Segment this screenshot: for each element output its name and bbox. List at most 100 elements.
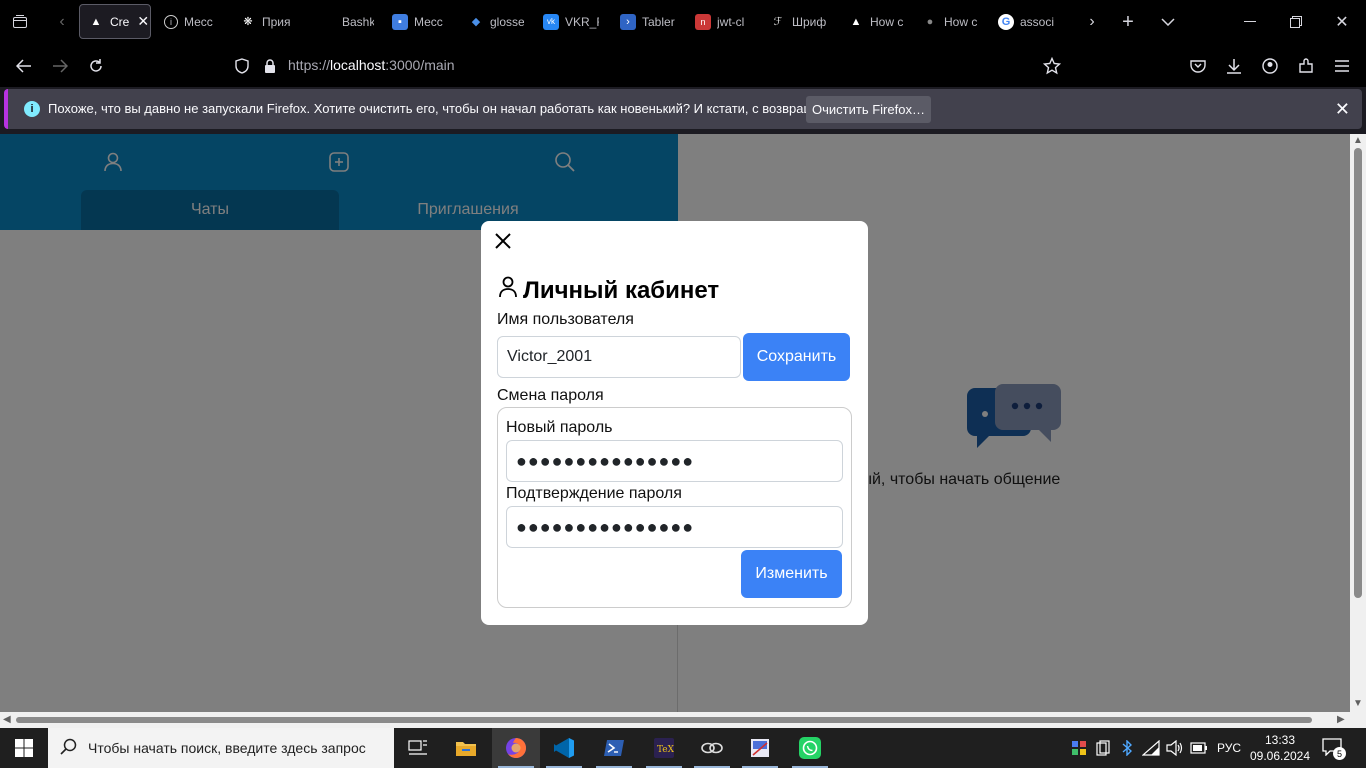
vk-icon: vk (543, 13, 559, 30)
search-icon (60, 738, 78, 759)
minimize-icon[interactable] (1240, 12, 1260, 32)
windows-start-icon[interactable] (0, 728, 48, 768)
notification-center-icon[interactable]: 5 (1322, 738, 1346, 760)
terminal-icon: › (620, 13, 636, 30)
profile-modal: Личный кабинет Имя пользователя Victor_2… (481, 221, 868, 625)
battery-icon[interactable] (1190, 739, 1208, 757)
tab-item[interactable]: G associ (990, 4, 1060, 39)
vertical-scrollbar[interactable]: ▲ ▼ (1350, 134, 1366, 712)
back-icon[interactable] (12, 54, 36, 78)
tabs-scroll-right-icon[interactable]: › (1082, 12, 1102, 32)
reload-icon[interactable] (84, 54, 108, 78)
notification-text: Похоже, что вы давно не запускали Firefo… (48, 101, 856, 116)
tab-item[interactable]: ● How c (914, 4, 978, 39)
password-change-group: Новый пароль ●●●●●●●●●●●●●●● Подтвержден… (497, 407, 852, 608)
tab-item[interactable]: Bashkirev_ (334, 4, 374, 39)
menu-icon[interactable] (1330, 54, 1354, 78)
firefox-icon[interactable] (492, 728, 540, 768)
network-app-icon[interactable] (688, 728, 736, 768)
tab-label: VKR_F (565, 14, 599, 29)
url-text[interactable]: https://localhost:3000/main (288, 57, 455, 73)
tab-label: Bashkirev_ (342, 14, 374, 29)
account-icon[interactable] (1258, 54, 1282, 78)
close-icon[interactable] (491, 229, 515, 253)
tab-item[interactable]: ▪ Месс (384, 4, 448, 39)
horizontal-scroll-thumb[interactable] (16, 717, 1312, 723)
tab-label: associ (1020, 14, 1055, 29)
taskbar-search-box[interactable]: Чтобы начать поиск, введите здесь запрос (48, 728, 394, 768)
tab-list-icon[interactable] (10, 12, 30, 32)
save-button[interactable]: Сохранить (743, 333, 850, 381)
github-icon: ● (926, 15, 934, 28)
horizontal-scrollbar[interactable]: ◀ ▶ (0, 712, 1350, 728)
search-placeholder: Чтобы начать поиск, введите здесь запрос (88, 740, 366, 756)
tab-item[interactable]: vk VKR_F (535, 4, 599, 39)
file-explorer-icon[interactable] (442, 728, 490, 768)
powershell-icon[interactable] (590, 728, 638, 768)
extensions-icon[interactable] (1294, 54, 1318, 78)
info-icon: i (24, 101, 40, 117)
refresh-firefox-button[interactable]: Очистить Firefox… (806, 96, 931, 123)
change-password-button[interactable]: Изменить (741, 550, 842, 598)
tab-label: Cre (110, 14, 130, 29)
chat-icon: ▪ (392, 13, 408, 30)
wifi-icon[interactable] (1142, 739, 1160, 757)
task-view-icon[interactable] (394, 728, 442, 768)
vscode-icon[interactable] (540, 728, 588, 768)
new-password-label: Новый пароль (506, 419, 613, 436)
tab-item[interactable]: ◆ glosse (460, 4, 524, 39)
tab-item[interactable]: n jwt-cl (687, 4, 749, 39)
restore-icon[interactable] (1286, 12, 1306, 32)
confirm-password-input[interactable]: ●●●●●●●●●●●●●●● (506, 506, 843, 548)
new-tab-icon[interactable]: + (1116, 10, 1140, 34)
snipping-tool-icon[interactable] (736, 728, 784, 768)
tab-item[interactable]: i Месс (156, 4, 218, 39)
texstudio-icon[interactable]: TeX (640, 728, 688, 768)
tab-item[interactable]: › Tabler (612, 4, 676, 39)
tray-app-icon[interactable] (1070, 739, 1088, 757)
url-scheme: https:// (288, 57, 331, 73)
username-label: Имя пользователя (497, 311, 634, 328)
new-password-input[interactable]: ●●●●●●●●●●●●●●● (506, 440, 843, 482)
tab-label: Месс (414, 14, 443, 29)
package-icon: n (695, 13, 711, 30)
firefox-refresh-notification: i Похоже, что вы давно не запускали Fire… (4, 89, 1362, 129)
vertical-scroll-thumb[interactable] (1354, 148, 1362, 598)
clipboard-icon[interactable] (1094, 739, 1112, 757)
url-path: :3000/main (385, 57, 455, 73)
modal-title-text: Личный кабинет (523, 276, 720, 304)
scroll-left-icon[interactable]: ◀ (3, 714, 11, 725)
tab-item[interactable]: ℱ Шриф (762, 4, 826, 39)
google-icon: G (998, 13, 1014, 30)
clock[interactable]: 13:33 09.06.2024 (1248, 732, 1312, 764)
password-section-label: Смена пароля (497, 387, 604, 404)
scroll-up-icon[interactable]: ▲ (1353, 135, 1363, 146)
tab-label: glosse (490, 14, 524, 29)
tabs-scroll-left-icon[interactable]: ‹ (52, 12, 72, 32)
volume-icon[interactable] (1166, 739, 1184, 757)
scroll-down-icon[interactable]: ▼ (1353, 698, 1363, 709)
close-tab-icon[interactable]: ✕ (137, 13, 149, 30)
windows-taskbar: Чтобы начать поиск, введите здесь запрос… (0, 728, 1366, 768)
language-indicator[interactable]: РУС (1212, 739, 1246, 757)
close-icon[interactable]: ✕ (1335, 99, 1350, 120)
svg-text:TeX: TeX (657, 745, 675, 755)
forward-icon[interactable] (48, 54, 72, 78)
username-input[interactable]: Victor_2001 (497, 336, 741, 378)
browser-tab-strip: ‹ ▲ Cre ✕ i Месс ❋ Прия Bashkirev_ ▪ Мес… (0, 0, 1366, 44)
close-window-icon[interactable]: ✕ (1332, 12, 1352, 32)
whatsapp-icon[interactable] (786, 728, 834, 768)
tab-item[interactable]: ▲ How c (840, 4, 904, 39)
pocket-icon[interactable] (1186, 54, 1210, 78)
scroll-right-icon[interactable]: ▶ (1337, 714, 1345, 725)
info-icon: i (164, 14, 178, 29)
tab-active[interactable]: ▲ Cre ✕ (79, 4, 151, 39)
tab-item[interactable]: ❋ Прия (232, 4, 294, 39)
tab-label: Tabler (642, 14, 675, 29)
shield-icon: ◆ (471, 16, 481, 28)
tab-list-dropdown-icon[interactable] (1158, 12, 1178, 32)
tab-label: Прия (262, 14, 291, 29)
bluetooth-icon[interactable] (1118, 739, 1136, 757)
downloads-icon[interactable] (1222, 54, 1246, 78)
tab-label: How c (944, 14, 978, 29)
